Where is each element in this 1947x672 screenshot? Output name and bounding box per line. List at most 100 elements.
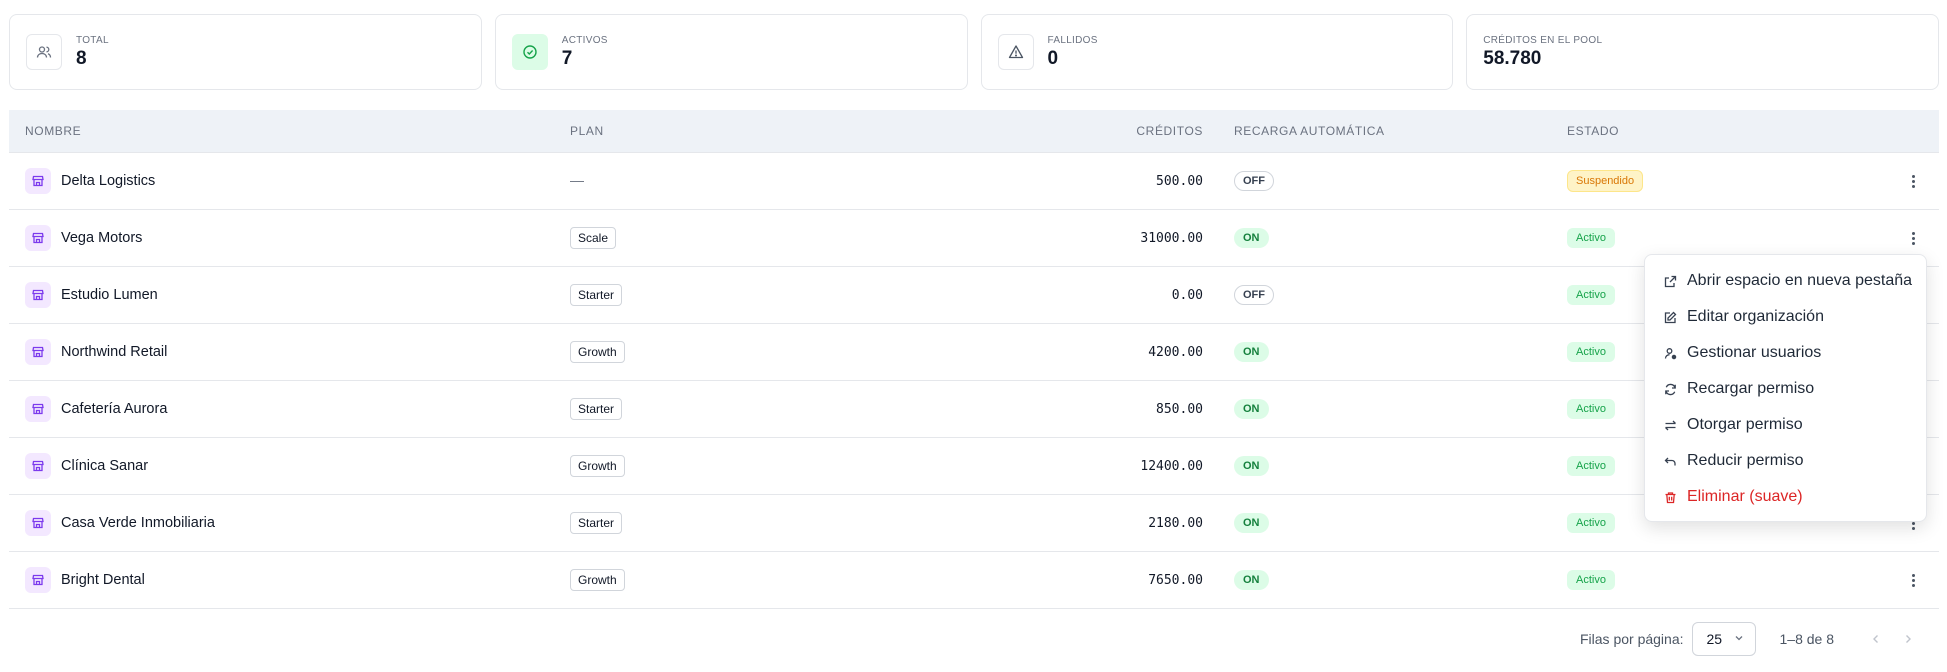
header-recarga[interactable]: RECARGA AUTOMÁTICA <box>1234 124 1385 138</box>
auto-recharge-badge: ON <box>1234 342 1269 362</box>
chevron-right-icon <box>1906 635 1912 643</box>
status-badge: Activo <box>1567 456 1615 476</box>
table-row[interactable]: Bright Dental Growth 7650.00 ON Activo <box>9 552 1939 609</box>
stat-value: 0 <box>1047 47 1059 69</box>
credits-cell: 4200.00 <box>9 343 1203 361</box>
auto-recharge-cell: ON <box>1234 228 1269 248</box>
status-badge: Activo <box>1567 570 1615 590</box>
more-vertical-icon[interactable] <box>1905 171 1921 191</box>
credits-value: 500.00 <box>1156 174 1203 189</box>
menu-item-external-link[interactable]: Abrir espacio en nueva pestaña <box>1645 263 1926 299</box>
menu-item-refresh[interactable]: Recargar permiso <box>1645 371 1926 407</box>
credits-cell: 0.00 <box>9 286 1203 304</box>
menu-item-label: Eliminar (suave) <box>1687 488 1803 505</box>
warning-triangle-icon <box>997 34 1034 70</box>
header-creditos[interactable]: CRÉDITOS <box>9 124 1203 138</box>
edit-icon <box>1663 310 1677 324</box>
status-cell: Suspendido <box>1567 170 1644 192</box>
menu-item-label: Gestionar usuarios <box>1687 344 1822 361</box>
stat-card-total: TOTAL 8 <box>9 14 482 90</box>
auto-recharge-cell: ON <box>1234 513 1269 533</box>
chevron-down-icon <box>1733 631 1745 647</box>
credits-cell: 12400.00 <box>9 457 1203 475</box>
next-page-button[interactable] <box>1896 627 1920 651</box>
credits-cell: 500.00 <box>9 172 1203 190</box>
menu-item-edit[interactable]: Editar organización <box>1645 299 1926 335</box>
status-cell: Activo <box>1567 342 1615 362</box>
row-actions-menu: Abrir espacio en nueva pestaña Editar or… <box>1644 254 1927 522</box>
stat-card-activos: ACTIVOS 7 <box>494 14 968 90</box>
status-badge: Activo <box>1567 513 1615 533</box>
auto-recharge-cell: OFF <box>1234 285 1274 305</box>
row-actions-button[interactable] <box>1905 228 1921 248</box>
prev-page-button[interactable] <box>1864 627 1888 651</box>
more-vertical-icon[interactable] <box>1905 228 1921 248</box>
table-row[interactable]: Delta Logistics — 500.00 OFF Suspendido <box>9 153 1939 210</box>
auto-recharge-cell: ON <box>1234 456 1269 476</box>
users-icon <box>26 34 62 70</box>
auto-recharge-badge: ON <box>1234 513 1269 533</box>
menu-item-user-settings[interactable]: Gestionar usuarios <box>1645 335 1926 371</box>
status-badge: Activo <box>1567 285 1615 305</box>
page-range: 1–8 de 8 <box>1779 631 1835 647</box>
check-circle-icon <box>511 34 548 70</box>
stat-value: 8 <box>76 47 87 69</box>
chevron-left-icon <box>1873 635 1879 643</box>
credits-value: 2180.00 <box>1148 516 1203 531</box>
stat-label: FALLIDOS <box>1047 34 1098 46</box>
transfer-icon <box>1663 418 1677 432</box>
more-vertical-icon[interactable] <box>1905 570 1921 590</box>
credits-value: 0.00 <box>1171 288 1203 303</box>
status-badge: Suspendido <box>1567 170 1644 192</box>
credits-value: 12400.00 <box>1140 459 1203 474</box>
stat-value: 7 <box>561 47 573 69</box>
auto-recharge-badge: OFF <box>1234 285 1274 305</box>
credits-value: 7650.00 <box>1148 573 1203 588</box>
credits-value: 31000.00 <box>1140 231 1203 246</box>
stat-card-fallidos: FALLIDOS 0 <box>980 14 1454 90</box>
status-cell: Activo <box>1567 570 1615 590</box>
menu-item-label: Editar organización <box>1687 308 1824 325</box>
rows-per-page-value: 25 <box>1706 631 1723 647</box>
status-cell: Activo <box>1567 456 1615 476</box>
auto-recharge-badge: ON <box>1234 456 1269 476</box>
auto-recharge-badge: ON <box>1234 399 1269 419</box>
credits-value: 850.00 <box>1156 402 1203 417</box>
status-cell: Activo <box>1567 228 1615 248</box>
stat-value: 58.780 <box>1483 47 1542 69</box>
trash-icon <box>1663 490 1677 504</box>
auto-recharge-cell: OFF <box>1234 171 1274 191</box>
credits-value: 4200.00 <box>1148 345 1203 360</box>
refresh-icon <box>1663 382 1677 396</box>
credits-cell: 850.00 <box>9 400 1203 418</box>
menu-item-undo[interactable]: Reducir permiso <box>1645 443 1926 479</box>
credits-cell: 31000.00 <box>9 229 1203 247</box>
stat-card-creditos: CRÉDITOS EN EL POOL 58.780 <box>1466 14 1939 90</box>
header-estado[interactable]: ESTADO <box>1567 124 1619 138</box>
rows-per-page-label: Filas por página: <box>1580 631 1684 647</box>
menu-item-label: Abrir espacio en nueva pestaña <box>1687 272 1913 289</box>
undo-icon <box>1663 454 1677 468</box>
status-badge: Activo <box>1567 342 1615 362</box>
auto-recharge-badge: ON <box>1234 228 1269 248</box>
row-actions-button[interactable] <box>1905 570 1921 590</box>
auto-recharge-cell: ON <box>1234 342 1269 362</box>
stat-label: CRÉDITOS EN EL POOL <box>1483 34 1603 46</box>
status-cell: Activo <box>1567 399 1615 419</box>
menu-item-trash[interactable]: Eliminar (suave) <box>1645 479 1926 515</box>
stat-label: TOTAL <box>76 34 109 46</box>
auto-recharge-badge: ON <box>1234 570 1269 590</box>
auto-recharge-cell: ON <box>1234 399 1269 419</box>
rows-per-page-select[interactable]: 25 <box>1691 622 1756 656</box>
credits-cell: 7650.00 <box>9 571 1203 589</box>
row-actions-button[interactable] <box>1905 171 1921 191</box>
stat-label: ACTIVOS <box>561 34 608 46</box>
pagination: Filas por página: 25 1–8 de 8 <box>1580 621 1920 657</box>
status-cell: Activo <box>1567 285 1615 305</box>
credits-cell: 2180.00 <box>9 514 1203 532</box>
auto-recharge-cell: ON <box>1234 570 1269 590</box>
menu-item-transfer[interactable]: Otorgar permiso <box>1645 407 1926 443</box>
menu-item-label: Recargar permiso <box>1687 380 1815 397</box>
stats-bar: TOTAL 8 ACTIVOS 7 FALLIDOS 0 CRÉDITOS EN… <box>9 14 1939 90</box>
status-badge: Activo <box>1567 228 1615 248</box>
